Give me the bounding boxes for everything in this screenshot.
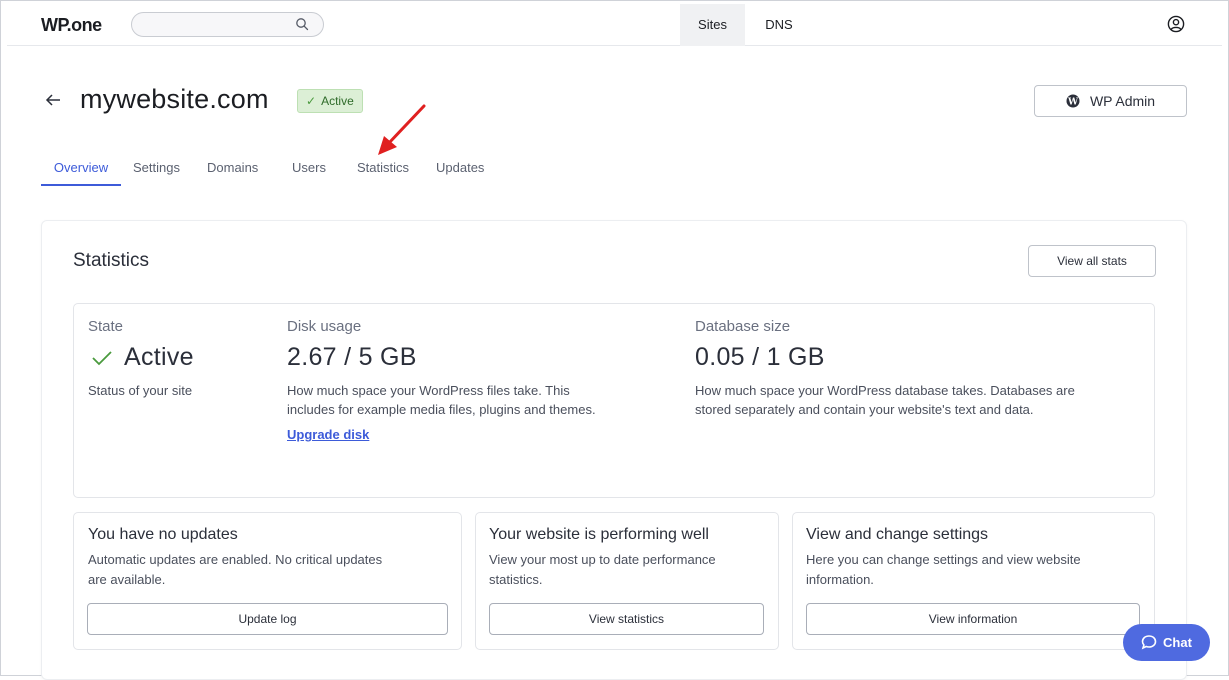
updates-card-desc-2: are available. (88, 572, 166, 587)
view-information-button[interactable]: View information (806, 603, 1140, 635)
statistics-title: Statistics (73, 250, 150, 271)
disk-usage-label: Disk usage (287, 318, 362, 335)
wp-admin-label: WP Admin (1089, 93, 1156, 109)
logo[interactable]: WP.one (41, 15, 102, 36)
user-icon[interactable] (1167, 15, 1185, 33)
disk-usage-desc-2: includes for example media files, plugin… (287, 402, 596, 417)
tab-users[interactable]: Users (292, 150, 326, 186)
disk-usage-desc-1: How much space your WordPress files take… (287, 383, 570, 398)
check-icon: ✓ (306, 94, 317, 108)
performance-card-desc-1: View your most up to date performance (489, 552, 716, 567)
svg-text:W: W (1067, 97, 1079, 107)
chat-label: Chat (1163, 635, 1192, 650)
state-label: State (88, 318, 124, 335)
view-all-stats-button[interactable]: View all stats (1028, 245, 1156, 277)
state-value: Active (124, 343, 194, 371)
performance-card-desc-2: statistics. (489, 572, 543, 587)
updates-card-desc-1: Automatic updates are enabled. No critic… (88, 552, 383, 567)
status-badge-label: Active (321, 94, 354, 108)
red-arrow-annotation (378, 104, 426, 155)
search-input[interactable] (131, 12, 324, 37)
performance-card-title: Your website is performing well (489, 526, 709, 543)
view-statistics-button[interactable]: View statistics (489, 603, 764, 635)
chat-bubble-icon (1141, 635, 1157, 650)
page-title: mywebsite.com (80, 84, 269, 114)
updates-card-title: You have no updates (88, 526, 238, 543)
nav-dns[interactable]: DNS (755, 4, 803, 46)
tab-settings[interactable]: Settings (133, 150, 180, 186)
update-log-button[interactable]: Update log (87, 603, 448, 635)
database-size-desc-2: stored separately and contain your websi… (695, 402, 1034, 417)
database-size-value: 0.05 / 1 GB (695, 343, 825, 371)
tab-domains[interactable]: Domains (207, 150, 258, 186)
wp-admin-button[interactable]: W WP Admin (1034, 85, 1187, 117)
disk-usage-value: 2.67 / 5 GB (287, 343, 417, 371)
top-navigation-bar: WP.one Sites DNS (7, 4, 1222, 46)
settings-card-title: View and change settings (806, 526, 989, 543)
database-size-desc-1: How much space your WordPress database t… (695, 383, 1075, 398)
nav-sites[interactable]: Sites (680, 4, 745, 46)
back-arrow-icon[interactable] (44, 91, 62, 109)
upgrade-disk-link[interactable]: Upgrade disk (287, 427, 369, 442)
status-badge: ✓ Active (297, 89, 363, 113)
tab-updates[interactable]: Updates (436, 150, 484, 186)
state-desc: Status of your site (88, 383, 193, 398)
database-size-label: Database size (695, 318, 791, 335)
settings-card-desc-2: information. (806, 572, 874, 587)
check-icon (92, 351, 112, 366)
settings-card-desc-1: Here you can change settings and view we… (806, 552, 1081, 567)
wordpress-icon: W (1066, 94, 1080, 108)
search-icon (296, 18, 309, 31)
chat-button[interactable]: Chat (1123, 624, 1210, 661)
tab-overview[interactable]: Overview (41, 150, 121, 186)
